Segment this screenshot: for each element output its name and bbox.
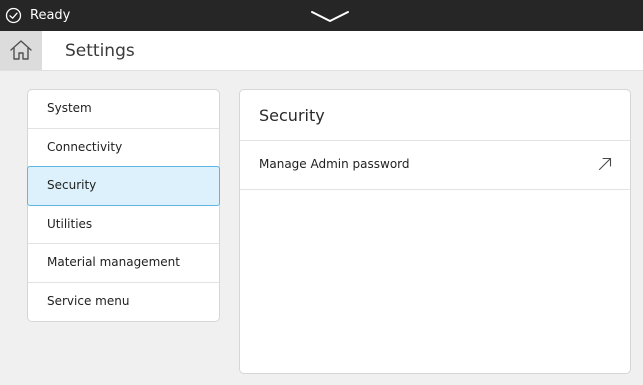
status-pulldown-button[interactable] — [308, 6, 352, 28]
sidebar-item-material-management[interactable]: Material management — [28, 244, 219, 283]
manage-admin-password-item[interactable]: Manage Admin password — [240, 141, 630, 190]
status-bar: Ready — [0, 0, 643, 31]
sidebar-item-label: Security — [47, 178, 97, 192]
settings-menu: System Connectivity Security Utilities M… — [27, 89, 220, 322]
sidebar-item-label: Utilities — [47, 216, 93, 231]
sidebar-item-label: System — [47, 101, 92, 115]
external-arrow-icon — [598, 157, 612, 171]
status-text: Ready — [30, 8, 71, 23]
page-title: Settings — [65, 41, 135, 61]
chevron-down-icon — [311, 11, 349, 22]
sidebar-item-connectivity[interactable]: Connectivity — [28, 129, 219, 167]
sidebar-item-label: Material management — [47, 255, 180, 269]
manage-admin-password-label: Manage Admin password — [259, 157, 410, 171]
home-button[interactable] — [0, 31, 42, 70]
sidebar-item-system[interactable]: System — [28, 90, 219, 129]
checkmark-circle-icon — [5, 7, 22, 24]
home-icon — [10, 40, 32, 60]
sidebar-item-security[interactable]: Security — [27, 166, 220, 206]
sidebar-item-utilities[interactable]: Utilities — [28, 206, 219, 244]
sidebar-item-label: Service menu — [47, 293, 130, 308]
sidebar-item-service-menu[interactable]: Service menu — [28, 283, 219, 322]
security-panel: Security Manage Admin password — [239, 89, 631, 374]
sidebar-item-label: Connectivity — [47, 139, 123, 154]
header: Settings — [0, 31, 643, 71]
panel-title: Security — [259, 106, 325, 125]
